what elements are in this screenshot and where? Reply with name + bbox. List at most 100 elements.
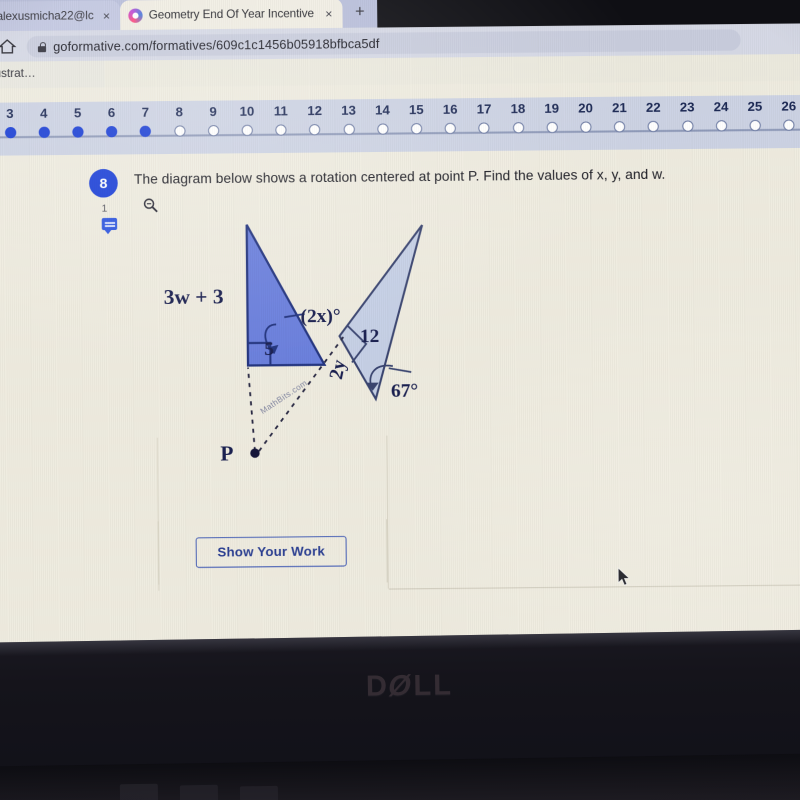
keyboard-keys [119,783,159,800]
nav-item-14[interactable]: 14 [367,99,398,135]
nav-item-25[interactable]: 25 [740,95,771,132]
comment-bubble-icon[interactable] [101,217,118,231]
nav-item-dot[interactable] [580,121,592,133]
nav-item-8[interactable]: 8 [164,101,195,137]
nav-item-number: 5 [73,104,82,121]
nav-item-number: 9 [209,103,217,120]
question-number-badge: 8 [89,168,118,198]
image-triangle [338,224,424,402]
nav-item-number: 24 [713,98,729,115]
nav-item-13[interactable]: 13 [333,99,364,136]
question-text: The diagram below shows a rotation cente… [133,166,666,188]
nav-item-11[interactable]: 11 [265,100,296,136]
point-p-dot [250,448,260,458]
nav-item-number: 23 [679,99,695,115]
tab-title: Geometry End Of Year Incentive [148,7,314,22]
home-icon[interactable] [0,37,17,56]
label-angle-2y: 2y [325,357,351,382]
close-icon[interactable]: × [101,8,112,22]
nav-item-number: 15 [408,101,424,118]
nav-item-dot[interactable] [749,119,761,132]
nav-item-dot[interactable] [444,122,457,135]
dell-logo: DØLL [0,663,800,710]
nav-item-dot[interactable] [647,120,660,133]
nav-item-number: 7 [141,104,150,120]
laptop-screen: - alexusmicha22@lc × Geometry End Of Yea… [0,0,800,664]
dashed-ray-to-preimage [247,367,256,452]
nav-item-6[interactable]: 6 [96,101,127,138]
screenshot-root: - alexusmicha22@lc × Geometry End Of Yea… [0,0,800,800]
nav-item-16[interactable]: 16 [435,98,466,135]
question-body: 8 1 The diagram below shows a rotation c… [0,147,800,664]
new-tab-button[interactable]: + [349,3,372,24]
nav-item-15[interactable]: 15 [401,99,432,135]
nav-item-10[interactable]: 10 [232,100,263,137]
nav-item-number: 26 [781,98,797,114]
nav-item-number: 18 [510,100,526,117]
nav-item-9[interactable]: 9 [198,100,229,137]
nav-item-20[interactable]: 20 [570,97,601,133]
label-point-p: P [220,441,234,466]
browser-tab-inactive[interactable]: - alexusmicha22@lc × [0,0,121,32]
nav-item-dot[interactable] [681,120,694,132]
nav-item-dot[interactable] [38,126,50,138]
url-text: goformative.com/formatives/609c1c1456b05… [53,36,380,54]
label-side-5: 5 [264,338,274,361]
dell-logo-o: Ø [385,669,417,703]
nav-item-dot[interactable] [410,123,423,135]
nav-item-12[interactable]: 12 [299,99,330,136]
nav-item-number: 13 [341,102,357,118]
nav-item-dot[interactable] [207,125,219,137]
nav-item-22[interactable]: 22 [638,96,669,133]
nav-item-7[interactable]: 7 [130,101,161,138]
mouse-cursor [617,567,631,586]
nav-item-dot[interactable] [478,122,490,134]
nav-item-number: 20 [578,100,594,116]
nav-item-dot[interactable] [106,126,118,138]
label-angle-2x: (2x)° [300,305,341,328]
nav-item-number: 16 [442,101,458,117]
nav-item-number: 6 [107,104,116,120]
nav-item-19[interactable]: 19 [536,97,567,134]
nav-item-dot[interactable] [72,126,84,138]
nav-item-dot[interactable] [275,124,287,136]
show-work-container: Show Your Work [157,519,388,585]
nav-item-24[interactable]: 24 [706,96,737,132]
nav-item-dot[interactable] [343,123,355,136]
close-icon[interactable]: × [323,6,334,20]
nav-item-26[interactable]: 26 [773,95,800,131]
nav-item-23[interactable]: 23 [672,96,703,132]
nav-item-number: 4 [40,105,48,121]
nav-item-4[interactable]: 4 [28,102,59,138]
nav-item-dot[interactable] [173,125,186,137]
tab-title: - alexusmicha22@lc [0,9,94,23]
nav-item-dot[interactable] [309,124,321,136]
label-side-3w: 3w + 3 [163,284,224,310]
nav-item-dot[interactable] [4,126,16,139]
nav-item-number: 19 [544,100,560,116]
nav-item-number: 25 [747,98,763,114]
nav-item-dot[interactable] [613,121,626,133]
lock-icon [38,42,46,52]
nav-item-dot[interactable] [512,122,524,134]
nav-item-17[interactable]: 17 [469,98,500,134]
nav-item-3[interactable]: 3 [0,102,25,139]
nav-item-dot[interactable] [376,123,389,135]
nav-item-5[interactable]: 5 [62,102,93,138]
browser-tab-active[interactable]: Geometry End Of Year Incentive × [120,0,343,31]
nav-item-dot[interactable] [715,120,727,132]
dell-logo-ll: LL [413,669,454,702]
address-bar[interactable]: goformative.com/formatives/609c1c1456b05… [26,29,741,58]
nav-item-dot[interactable] [241,124,253,137]
nav-item-21[interactable]: 21 [604,97,635,133]
geometry-diagram: 3w + 3 (2x)° 5 12 67° 2y P MathBits.com [155,212,515,521]
nav-item-18[interactable]: 18 [502,98,533,134]
nav-item-dot[interactable] [783,119,795,131]
show-your-work-button[interactable]: Show Your Work [195,535,347,568]
nav-item-number: 3 [6,105,14,121]
magnifier-icon[interactable] [142,197,158,213]
nav-item-number: 22 [645,99,661,115]
nav-item-dot[interactable] [546,121,558,134]
nav-item-dot[interactable] [139,125,152,138]
bookmark-item[interactable]: Illustrat… [0,68,36,81]
